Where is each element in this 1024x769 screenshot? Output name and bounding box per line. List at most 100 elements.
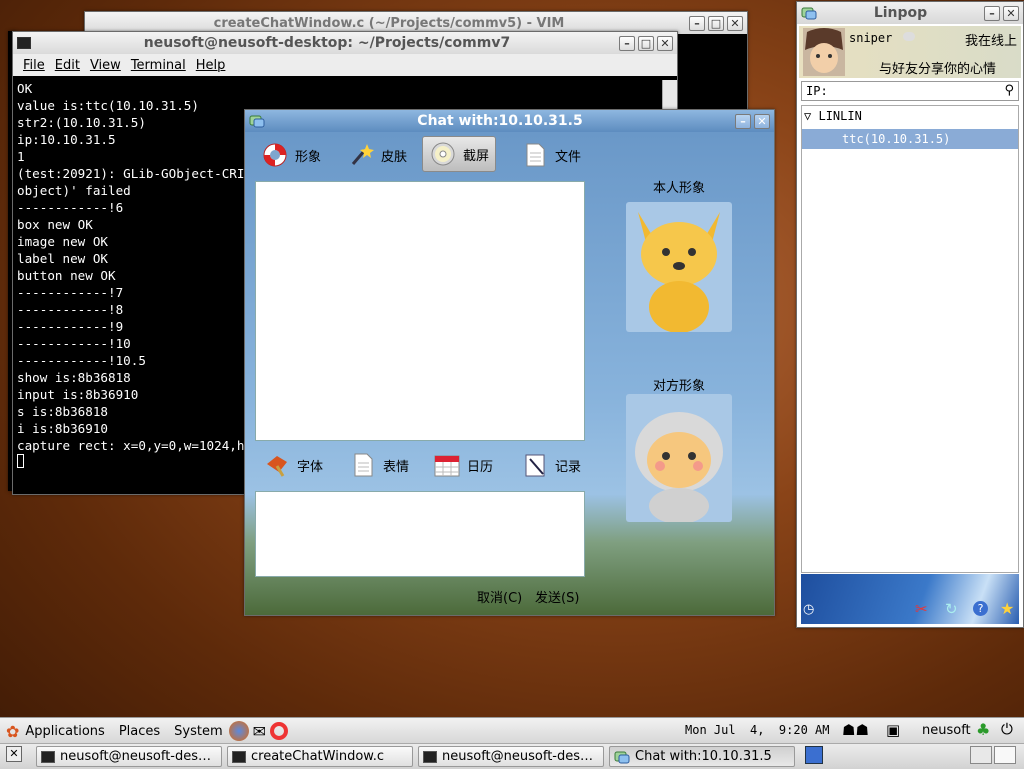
notepad-icon	[525, 454, 545, 477]
close-button[interactable]: ✕	[1003, 5, 1019, 21]
gnome-foot-icon[interactable]: ✿	[6, 722, 19, 741]
task-label: neusoft@neusoft-des…	[60, 749, 212, 764]
star-icon[interactable]: ★	[1000, 599, 1014, 618]
maximize-button[interactable]: □	[708, 15, 724, 31]
terminal-line: i is:8b36910	[17, 421, 108, 436]
peer-avatar-label: 对方形象	[653, 379, 706, 394]
workspace-2[interactable]	[994, 746, 1016, 764]
terminal-line: ------------!6	[17, 200, 124, 215]
file-button[interactable]: 文件	[515, 138, 587, 172]
task-label: neusoft@neusoft-des…	[442, 749, 594, 764]
help-icon[interactable]: ?	[973, 601, 988, 616]
terminal-line: box new OK	[17, 217, 93, 232]
terminal-line: ip:10.10.31.5	[17, 132, 116, 147]
screenshot-button[interactable]: 截屏	[422, 136, 497, 172]
ip-label: IP:	[806, 84, 828, 98]
terminal-line: str2:(10.10.31.5)	[17, 115, 146, 130]
document-icon	[526, 143, 545, 167]
linpop-titlebar[interactable]: Linpop – ✕	[797, 2, 1023, 24]
task-label: createChatWindow.c	[251, 749, 384, 764]
terminal-line: ------------!8	[17, 302, 124, 317]
firefox-icon[interactable]	[228, 721, 249, 741]
clock[interactable]: Mon Jul 4, 9:20 AM	[685, 723, 830, 737]
minimize-button[interactable]: –	[689, 15, 705, 31]
message-input[interactable]	[255, 491, 585, 577]
menu-terminal[interactable]: Terminal	[131, 58, 186, 73]
system-menu[interactable]: System	[174, 724, 222, 739]
close-button[interactable]: ✕	[727, 15, 743, 31]
network-icon[interactable]: ▣	[886, 721, 900, 739]
help-lifebuoy-icon[interactable]	[270, 722, 289, 740]
menu-view[interactable]: View	[90, 58, 121, 73]
linpop-icon	[249, 115, 265, 128]
task-label: Chat with:10.10.31.5	[635, 749, 772, 764]
group-label: LINLIN	[818, 109, 862, 123]
terminal-icon	[41, 750, 55, 763]
history-button[interactable]: 记录	[515, 448, 587, 482]
username-panel[interactable]: neusoft	[922, 723, 971, 738]
menu-edit[interactable]: Edit	[55, 58, 80, 73]
terminal-menubar: File Edit View Terminal Help	[13, 54, 677, 76]
clock-icon[interactable]: ◷	[803, 602, 814, 617]
shutdown-icon[interactable]: ⏻	[1001, 720, 1013, 738]
message-history[interactable]	[255, 181, 585, 441]
send-button[interactable]: 发送(S)	[535, 587, 579, 606]
status-text[interactable]: 我在线上	[965, 30, 1017, 49]
menu-file[interactable]: File	[23, 58, 45, 73]
tools-icon[interactable]: ✂	[915, 600, 928, 618]
chat-window[interactable]: Chat with:10.10.31.5 – ✕ 形象 皮肤 截屏 文件 字体	[244, 109, 775, 616]
applications-menu[interactable]: Applications	[25, 724, 104, 739]
linpop-icon	[614, 751, 630, 763]
expand-arrow-icon[interactable]: ▽	[804, 109, 811, 123]
cd-disc-icon	[431, 142, 455, 166]
terminal-output[interactable]: OK value is:ttc(10.10.31.5) str2:(10.10.31…	[17, 80, 282, 468]
search-icon[interactable]: ⚲	[1004, 83, 1014, 98]
users-icon[interactable]: ☗☗	[842, 721, 869, 739]
places-menu[interactable]: Places	[119, 724, 160, 739]
mail-icon[interactable]: ✉	[253, 722, 266, 741]
toolbar-label: 皮肤	[381, 149, 408, 165]
task-vim[interactable]: createChatWindow.c	[227, 746, 413, 767]
task-terminal-1[interactable]: neusoft@neusoft-des…	[36, 746, 222, 767]
emoticon-button[interactable]: 表情	[343, 448, 415, 482]
cancel-button[interactable]: 取消(C)	[477, 587, 522, 606]
minimize-button[interactable]: –	[984, 5, 1000, 21]
contact-item[interactable]: ttc(10.10.31.5)	[802, 129, 1018, 149]
toolbar-label: 表情	[383, 459, 410, 475]
workspace-1[interactable]	[970, 746, 992, 764]
chat-titlebar[interactable]: Chat with:10.10.31.5 – ✕	[245, 110, 774, 132]
show-desktop-icon[interactable]: ✕	[6, 746, 22, 762]
contact-tree[interactable]: ▽ LINLIN ttc(10.10.31.5)	[801, 105, 1019, 573]
terminal-titlebar[interactable]: neusoft@neusoft-desktop: ~/Projects/comm…	[13, 32, 677, 54]
calendar-button[interactable]: 日历	[427, 448, 499, 482]
toolbar-label: 截屏	[463, 148, 490, 164]
ip-search-field[interactable]: IP: ⚲	[801, 81, 1019, 101]
terminal-line: 1	[17, 149, 25, 164]
toolbar-label: 记录	[555, 459, 582, 475]
terminal-line: label new OK	[17, 251, 108, 266]
magic-wand-icon	[351, 144, 374, 165]
terminal-line: ------------!10.5	[17, 353, 146, 368]
mood-text[interactable]: 与好友分享你的心情	[879, 58, 996, 77]
avatar-button[interactable]: 形象	[255, 138, 327, 172]
window-list-icon[interactable]	[805, 746, 823, 764]
task-chat[interactable]: Chat with:10.10.31.5	[609, 746, 795, 767]
close-button[interactable]: ✕	[754, 113, 770, 129]
run-icon[interactable]: ♣	[976, 720, 990, 739]
status-bubble-icon	[903, 32, 915, 41]
skin-button[interactable]: 皮肤	[341, 138, 413, 172]
my-avatar-fox	[626, 202, 732, 332]
menu-help[interactable]: Help	[196, 58, 226, 73]
minimize-button[interactable]: –	[735, 113, 751, 129]
linpop-window[interactable]: Linpop – ✕ sniper 我在线上 与好友分享你的心情 IP: ⚲ ▽…	[796, 1, 1024, 628]
font-button[interactable]: 字体	[257, 448, 329, 482]
maximize-button[interactable]: □	[638, 35, 654, 51]
terminal-line: image new OK	[17, 234, 108, 249]
avatar[interactable]	[803, 28, 845, 76]
close-button[interactable]: ✕	[657, 35, 673, 51]
refresh-icon[interactable]: ↻	[945, 600, 958, 618]
minimize-button[interactable]: –	[619, 35, 635, 51]
group-linlin[interactable]: ▽ LINLIN	[804, 109, 862, 123]
task-terminal-2[interactable]: neusoft@neusoft-des…	[418, 746, 604, 767]
vim-title: createChatWindow.c (~/Projects/commv5) -…	[213, 15, 565, 31]
